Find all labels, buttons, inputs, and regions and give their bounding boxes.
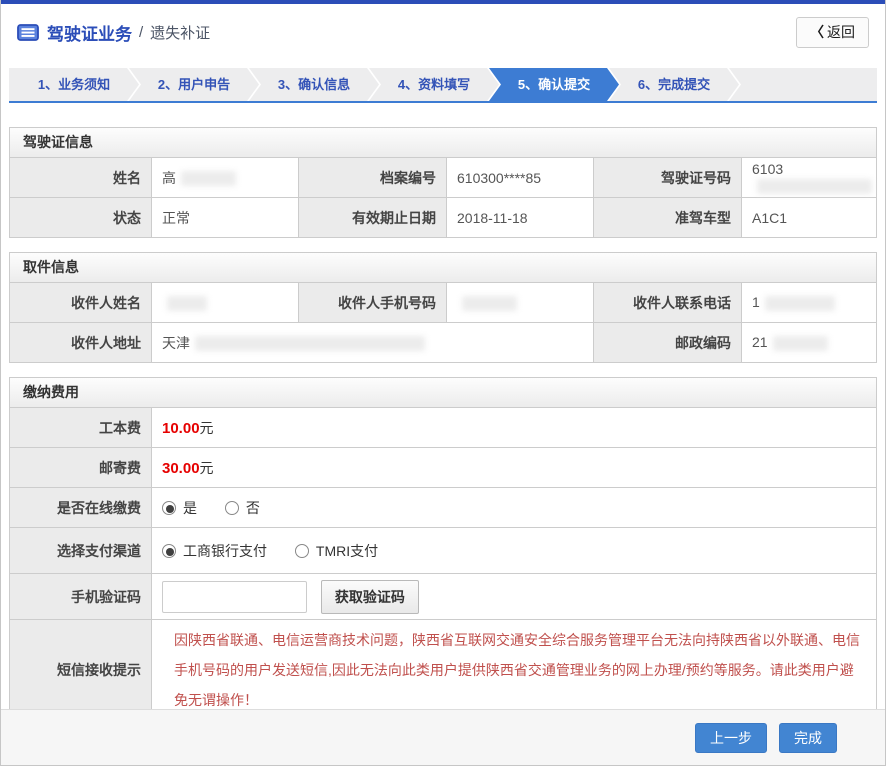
step-tab-6[interactable]: 6、完成提交	[609, 68, 739, 101]
name-value: 高	[152, 158, 299, 198]
previous-step-button[interactable]: 上一步	[695, 723, 767, 753]
radio-selected-icon	[162, 501, 176, 515]
radio-online-pay-no[interactable]: 否	[225, 498, 260, 518]
breadcrumb-separator: /	[139, 24, 143, 41]
step-tab-3[interactable]: 3、确认信息	[249, 68, 379, 101]
sms-code-input[interactable]	[162, 581, 307, 613]
channel-options: 工商银行支付 TMRI支付	[152, 528, 877, 574]
sms-notice-cell: 因陕西省联通、电信运营商技术问题，陕西省互联网交通安全综合服务管理平台无法向持陕…	[152, 620, 877, 721]
file-no-value: 610300****85	[447, 158, 594, 198]
pickup-info-section: 取件信息 收件人姓名 收件人手机号码 收件人联系电话 1 收件人地址 天津 邮政…	[9, 252, 877, 363]
payment-section: 缴纳费用 工本费 10.00元 邮寄费 30.00元 是否在线缴费 是	[9, 377, 877, 721]
work-fee-label: 工本费	[10, 408, 152, 448]
action-footer: 上一步 完成	[1, 709, 885, 765]
recipient-phone-label: 收件人联系电话	[594, 283, 742, 323]
license-no-value: 6103	[742, 158, 877, 198]
sms-code-field: 获取验证码	[152, 574, 877, 620]
postcode-value: 21	[742, 323, 877, 363]
license-card-icon	[17, 24, 39, 41]
redaction-blur	[195, 336, 425, 351]
table-row: 状态 正常 有效期止日期 2018-11-18 准驾车型 A1C1	[10, 198, 877, 238]
channel-label: 选择支付渠道	[10, 528, 152, 574]
expiry-value: 2018-11-18	[447, 198, 594, 238]
recipient-phone-value: 1	[742, 283, 877, 323]
step-tab-2[interactable]: 2、用户申告	[129, 68, 259, 101]
page-subtitle: 遗失补证	[150, 22, 210, 43]
form-content: 驾驶证信息 姓名 高 档案编号 610300****85 驾驶证号码 6103 …	[9, 127, 877, 721]
expiry-label: 有效期止日期	[299, 198, 447, 238]
file-no-label: 档案编号	[299, 158, 447, 198]
recipient-mobile-value	[447, 283, 594, 323]
table-row: 是否在线缴费 是 否	[10, 488, 877, 528]
table-row: 短信接收提示 因陕西省联通、电信运营商技术问题，陕西省互联网交通安全综合服务管理…	[10, 620, 877, 721]
page-header: 驾驶证业务 / 遗失补证 〈返回	[1, 4, 885, 60]
page-title: 驾驶证业务	[47, 20, 132, 45]
redaction-blur	[765, 296, 835, 311]
radio-selected-icon	[162, 544, 176, 558]
chevron-left-icon: 〈	[810, 24, 824, 40]
status-label: 状态	[10, 198, 152, 238]
table-row: 收件人姓名 收件人手机号码 收件人联系电话 1	[10, 283, 877, 323]
license-no-label: 驾驶证号码	[594, 158, 742, 198]
redaction-blur	[757, 179, 872, 194]
table-row: 工本费 10.00元	[10, 408, 877, 448]
section-title-license-info: 驾驶证信息	[9, 127, 877, 157]
table-row: 收件人地址 天津 邮政编码 21	[10, 323, 877, 363]
get-code-button[interactable]: 获取验证码	[321, 580, 419, 614]
postcode-label: 邮政编码	[594, 323, 742, 363]
radio-channel-tmri[interactable]: TMRI支付	[295, 541, 378, 561]
breadcrumb: 驾驶证业务 / 遗失补证	[17, 20, 210, 45]
sms-notice-label: 短信接收提示	[10, 620, 152, 721]
step-tab-4[interactable]: 4、资料填写	[369, 68, 499, 101]
license-service-page: 驾驶证业务 / 遗失补证 〈返回 1、业务须知 2、用户申告 3、确认信息 4、…	[0, 0, 886, 766]
section-title-payment: 缴纳费用	[9, 377, 877, 407]
payment-table: 工本费 10.00元 邮寄费 30.00元 是否在线缴费 是	[9, 407, 877, 721]
vehicle-class-value: A1C1	[742, 198, 877, 238]
status-value: 正常	[152, 198, 299, 238]
vehicle-class-label: 准驾车型	[594, 198, 742, 238]
address-value: 天津	[152, 323, 594, 363]
redaction-blur	[462, 296, 517, 311]
radio-unselected-icon	[225, 501, 239, 515]
pickup-info-table: 收件人姓名 收件人手机号码 收件人联系电话 1 收件人地址 天津 邮政编码 21	[9, 282, 877, 363]
redaction-blur	[773, 336, 828, 351]
work-fee-value: 10.00元	[152, 408, 877, 448]
license-info-table: 姓名 高 档案编号 610300****85 驾驶证号码 6103 状态 正常 …	[9, 157, 877, 238]
license-info-section: 驾驶证信息 姓名 高 档案编号 610300****85 驾驶证号码 6103 …	[9, 127, 877, 238]
mail-fee-value: 30.00元	[152, 448, 877, 488]
radio-unselected-icon	[295, 544, 309, 558]
recipient-name-value	[152, 283, 299, 323]
step-bar-filler	[729, 68, 877, 101]
step-tab-1[interactable]: 1、业务须知	[9, 68, 139, 101]
section-title-pickup-info: 取件信息	[9, 252, 877, 282]
sms-code-label: 手机验证码	[10, 574, 152, 620]
back-button[interactable]: 〈返回	[796, 17, 869, 48]
online-pay-label: 是否在线缴费	[10, 488, 152, 528]
finish-button[interactable]: 完成	[779, 723, 837, 753]
redaction-blur	[181, 171, 236, 186]
name-label: 姓名	[10, 158, 152, 198]
table-row: 手机验证码 获取验证码	[10, 574, 877, 620]
table-row: 姓名 高 档案编号 610300****85 驾驶证号码 6103	[10, 158, 877, 198]
table-row: 邮寄费 30.00元	[10, 448, 877, 488]
online-pay-options: 是 否	[152, 488, 877, 528]
redaction-blur	[167, 296, 207, 311]
address-label: 收件人地址	[10, 323, 152, 363]
recipient-name-label: 收件人姓名	[10, 283, 152, 323]
step-tab-5-active[interactable]: 5、确认提交	[489, 68, 619, 101]
mail-fee-label: 邮寄费	[10, 448, 152, 488]
sms-notice-text: 因陕西省联通、电信运营商技术问题，陕西省互联网交通安全综合服务管理平台无法向持陕…	[162, 620, 876, 720]
recipient-mobile-label: 收件人手机号码	[299, 283, 447, 323]
step-wizard: 1、业务须知 2、用户申告 3、确认信息 4、资料填写 5、确认提交 6、完成提…	[9, 68, 877, 103]
table-row: 选择支付渠道 工商银行支付 TMRI支付	[10, 528, 877, 574]
radio-channel-icbc[interactable]: 工商银行支付	[162, 541, 267, 561]
radio-online-pay-yes[interactable]: 是	[162, 498, 197, 518]
step-bar-underline	[9, 101, 877, 103]
